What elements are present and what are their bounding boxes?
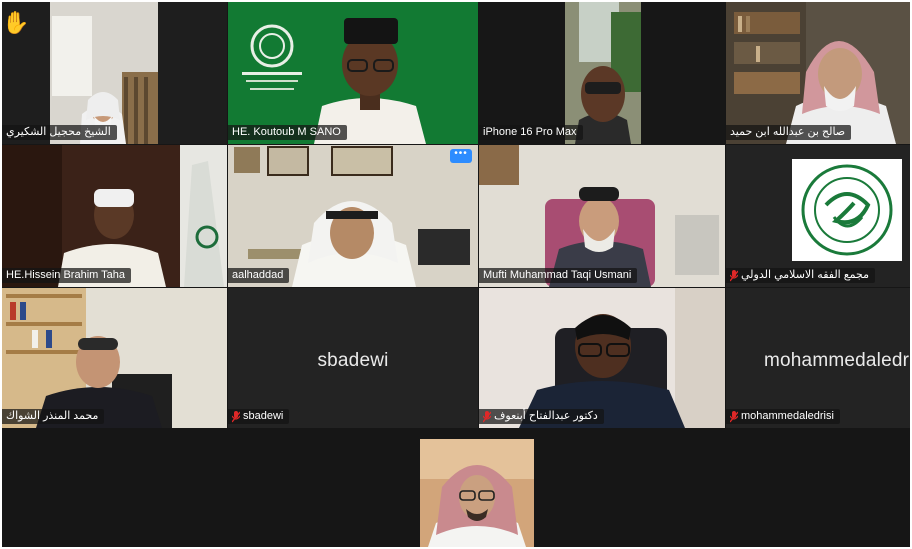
video-feed — [420, 439, 534, 547]
participant-tile[interactable]: HE.Hissein Brahim Taha — [2, 145, 227, 287]
participant-tile[interactable]: aalhaddad ••• — [228, 145, 478, 287]
participant-name-label: صالح بن عبدالله ابن حميد — [726, 125, 852, 140]
participant-tile[interactable] — [420, 439, 534, 547]
participant-name-label: Mufti Muhammad Taqi Usmani — [479, 268, 638, 283]
participant-tile[interactable]: Mufti Muhammad Taqi Usmani — [479, 145, 725, 287]
participant-tile-camera-off[interactable]: mohammedaledri mohammedaledrisi — [726, 288, 910, 428]
video-feed — [228, 2, 478, 144]
participant-display-name: mohammedaledri — [764, 349, 910, 371]
participant-tile[interactable]: iPhone 16 Pro Max — [479, 2, 725, 144]
video-feed — [726, 2, 910, 144]
participant-name-label: HE.Hissein Brahim Taha — [2, 268, 132, 283]
video-feed — [50, 2, 158, 144]
participant-name-label: sbadewi — [228, 409, 290, 424]
participant-name-label: الشيخ محجيل الشكيري — [2, 125, 117, 140]
participant-tile[interactable]: مجمع الفقه الاسلامي الدولي — [726, 145, 910, 287]
video-feed — [479, 145, 725, 287]
raised-hand-icon: ✋ — [2, 10, 30, 35]
zoom-gallery-view: ✋ الشيخ محجيل الشكيري HE. Koutoub M SANO — [2, 2, 910, 547]
participant-tile-camera-off[interactable]: sbadewi sbadewi — [228, 288, 478, 428]
participant-name-label: دكتور عبدالفتاح أبنعوف — [479, 409, 604, 424]
participant-name-label: mohammedaledrisi — [726, 409, 840, 424]
participant-name-label: iPhone 16 Pro Max — [479, 125, 583, 140]
participant-tile[interactable]: صالح بن عبدالله ابن حميد — [726, 2, 910, 144]
participant-name-label: HE. Koutoub M SANO — [228, 125, 347, 140]
participant-tile[interactable]: دكتور عبدالفتاح أبنعوف — [479, 288, 725, 428]
video-feed — [479, 288, 725, 428]
microphone-muted-icon — [730, 269, 738, 282]
participant-name-label: aalhaddad — [228, 268, 290, 283]
video-feed — [228, 145, 478, 287]
participant-tile[interactable]: ✋ الشيخ محجيل الشكيري — [2, 2, 227, 144]
video-feed — [565, 2, 641, 144]
video-feed — [2, 145, 227, 287]
participant-name-label: محمد المنذر الشواك — [2, 409, 105, 424]
video-feed — [2, 288, 227, 428]
microphone-muted-icon — [483, 410, 491, 423]
organization-logo — [792, 159, 902, 261]
participant-name-label: مجمع الفقه الاسلامي الدولي — [726, 268, 875, 283]
microphone-muted-icon — [730, 410, 738, 423]
more-options-icon[interactable]: ••• — [450, 149, 472, 163]
participant-tile-active-speaker[interactable]: HE. Koutoub M SANO — [228, 2, 478, 144]
microphone-muted-icon — [232, 410, 240, 423]
participant-tile[interactable]: محمد المنذر الشواك — [2, 288, 227, 428]
participant-display-name: sbadewi — [317, 349, 389, 371]
